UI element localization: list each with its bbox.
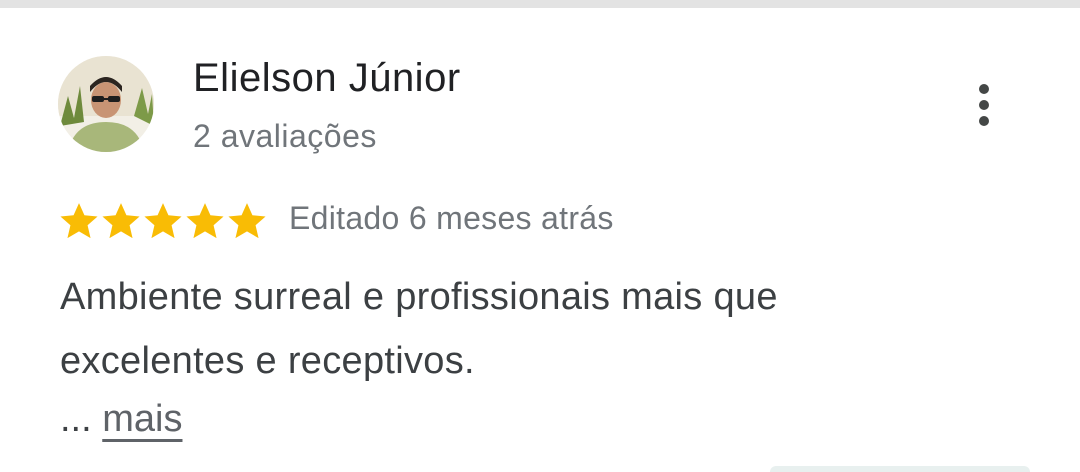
avatar-photo — [58, 56, 154, 152]
star-rating — [58, 198, 268, 244]
avatar[interactable] — [58, 56, 154, 152]
next-card-edge — [770, 466, 1030, 472]
star-icon — [144, 203, 182, 239]
review-text-line: Ambiente surreal e profissionais mais qu… — [60, 276, 778, 318]
star-icon — [186, 203, 224, 239]
star-icon — [228, 203, 266, 239]
ellipsis: ... — [60, 398, 92, 440]
top-divider — [0, 0, 1080, 8]
more-vert-icon-dot — [979, 116, 989, 126]
review-text-line: excelentes e receptivos. — [60, 340, 475, 382]
star-icon — [102, 203, 140, 239]
review-text: Ambiente surreal e profissionais mais qu… — [60, 265, 1020, 393]
author-name[interactable]: Elielson Júnior — [193, 56, 461, 101]
review-count[interactable]: 2 avaliações — [193, 118, 377, 155]
more-options-button[interactable] — [966, 80, 1002, 130]
more-vert-icon-dot — [979, 84, 989, 94]
edited-timestamp: Editado 6 meses atrás — [289, 200, 614, 236]
more-vert-icon-dot — [979, 100, 989, 110]
more-link[interactable]: mais — [102, 398, 182, 440]
star-icon — [60, 203, 98, 239]
more-row: ... mais — [60, 398, 182, 441]
